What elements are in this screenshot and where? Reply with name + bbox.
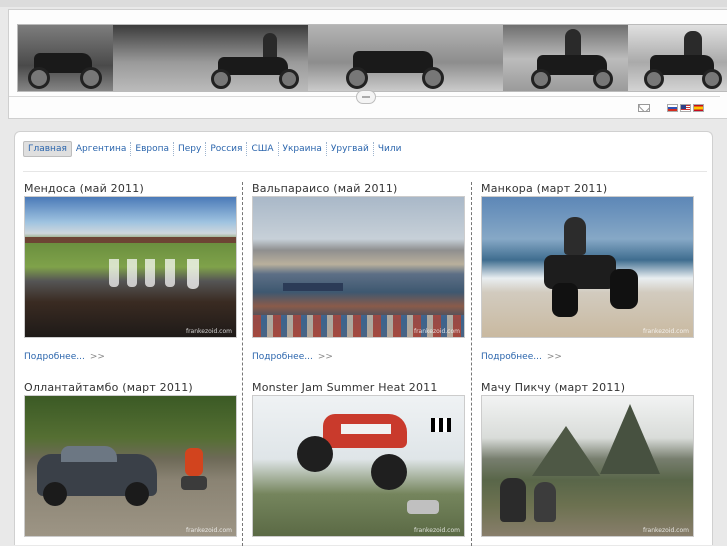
nav-item-ukraine[interactable]: Украина [279,142,327,156]
photo-mancora[interactable]: frankezoid.com [481,196,694,338]
photo-watermark: frankezoid.com [185,527,232,534]
photo-valparaiso[interactable]: frankezoid.com [252,196,465,338]
mail-icon[interactable] [638,104,650,112]
banner-panel [18,25,113,91]
banner-panel [308,25,503,91]
photo-ollantaytambo[interactable]: frankezoid.com [24,395,237,537]
flag-es-icon[interactable] [693,104,704,112]
photo-watermark: frankezoid.com [413,328,460,335]
nav-item-peru[interactable]: Перу [174,142,207,156]
photo-monster-jam[interactable]: frankezoid.com [252,395,465,537]
flag-us-icon[interactable] [680,104,691,112]
bike-wheel [80,67,102,89]
bike-wheel [422,67,444,89]
gallery-card: Манкора (март 2011) frankezoid.com Подро… [481,182,694,372]
read-more-arrow: >> [317,352,333,362]
card-title[interactable]: Вальпараисо (май 2011) [252,182,398,195]
photo-watermark: frankezoid.com [642,527,689,534]
nav-divider [23,171,707,172]
nav-item-usa[interactable]: США [247,142,279,156]
motorcycle-banner [17,24,727,92]
bike-wheel [28,67,50,89]
card-title[interactable]: Monster Jam Summer Heat 2011 [252,381,438,394]
banner-panel [628,25,727,91]
gallery-card: Monster Jam Summer Heat 2011 frankezoid.… [252,381,465,546]
nav-item-chile[interactable]: Чили [374,142,406,156]
bike-wheel [531,69,551,89]
banner-toggle-handle[interactable] [356,90,376,104]
card-title[interactable]: Манкора (март 2011) [481,182,607,195]
photo-watermark: frankezoid.com [185,328,232,335]
banner-panel [113,25,308,91]
bike-wheel [644,69,664,89]
column-divider [471,182,472,546]
gallery-card: Мачу Пикчу (март 2011) frankezoid.com [481,381,694,546]
read-more: Подробнее... >> [481,352,562,362]
nav-item-russia[interactable]: Россия [206,142,248,156]
read-more-link[interactable]: Подробнее... [252,352,313,362]
read-more: Подробнее... >> [24,352,105,362]
read-more-link[interactable]: Подробнее... [481,352,542,362]
card-title[interactable]: Мендоса (май 2011) [24,182,144,195]
main-nav: Главная Аргентина Европа Перу Россия США… [23,141,405,157]
photo-machu-picchu[interactable]: frankezoid.com [481,395,694,537]
card-title[interactable]: Оллантайтамбо (март 2011) [24,381,193,394]
photo-mendoza[interactable]: frankezoid.com [24,196,237,338]
read-more: Подробнее... >> [252,352,333,362]
bike-wheel [593,69,613,89]
nav-item-europe[interactable]: Европа [131,142,174,156]
bike-wheel [211,69,231,89]
read-more-arrow: >> [89,352,105,362]
photo-watermark: frankezoid.com [413,527,460,534]
card-title[interactable]: Мачу Пикчу (март 2011) [481,381,625,394]
gallery-card: Оллантайтамбо (март 2011) frankezoid.com [24,381,237,546]
flag-ru-icon[interactable] [667,104,678,112]
read-more-link[interactable]: Подробнее... [24,352,85,362]
nav-item-argentina[interactable]: Аргентина [72,142,132,156]
photo-watermark: frankezoid.com [642,328,689,335]
gallery-card: Вальпараисо (май 2011) frankezoid.com По… [252,182,465,372]
main-content: Главная Аргентина Европа Перу Россия США… [14,131,713,546]
nav-item-uruguay[interactable]: Уругвай [327,142,374,156]
bike-wheel [702,69,722,89]
banner-panel [503,25,628,91]
bike-wheel [279,69,299,89]
read-more-arrow: >> [546,352,562,362]
gallery-card: Мендоса (май 2011) frankezoid.com Подроб… [24,182,237,372]
top-strip [0,0,727,7]
nav-item-home[interactable]: Главная [23,141,72,157]
column-divider [242,182,243,546]
bike-wheel [346,67,368,89]
